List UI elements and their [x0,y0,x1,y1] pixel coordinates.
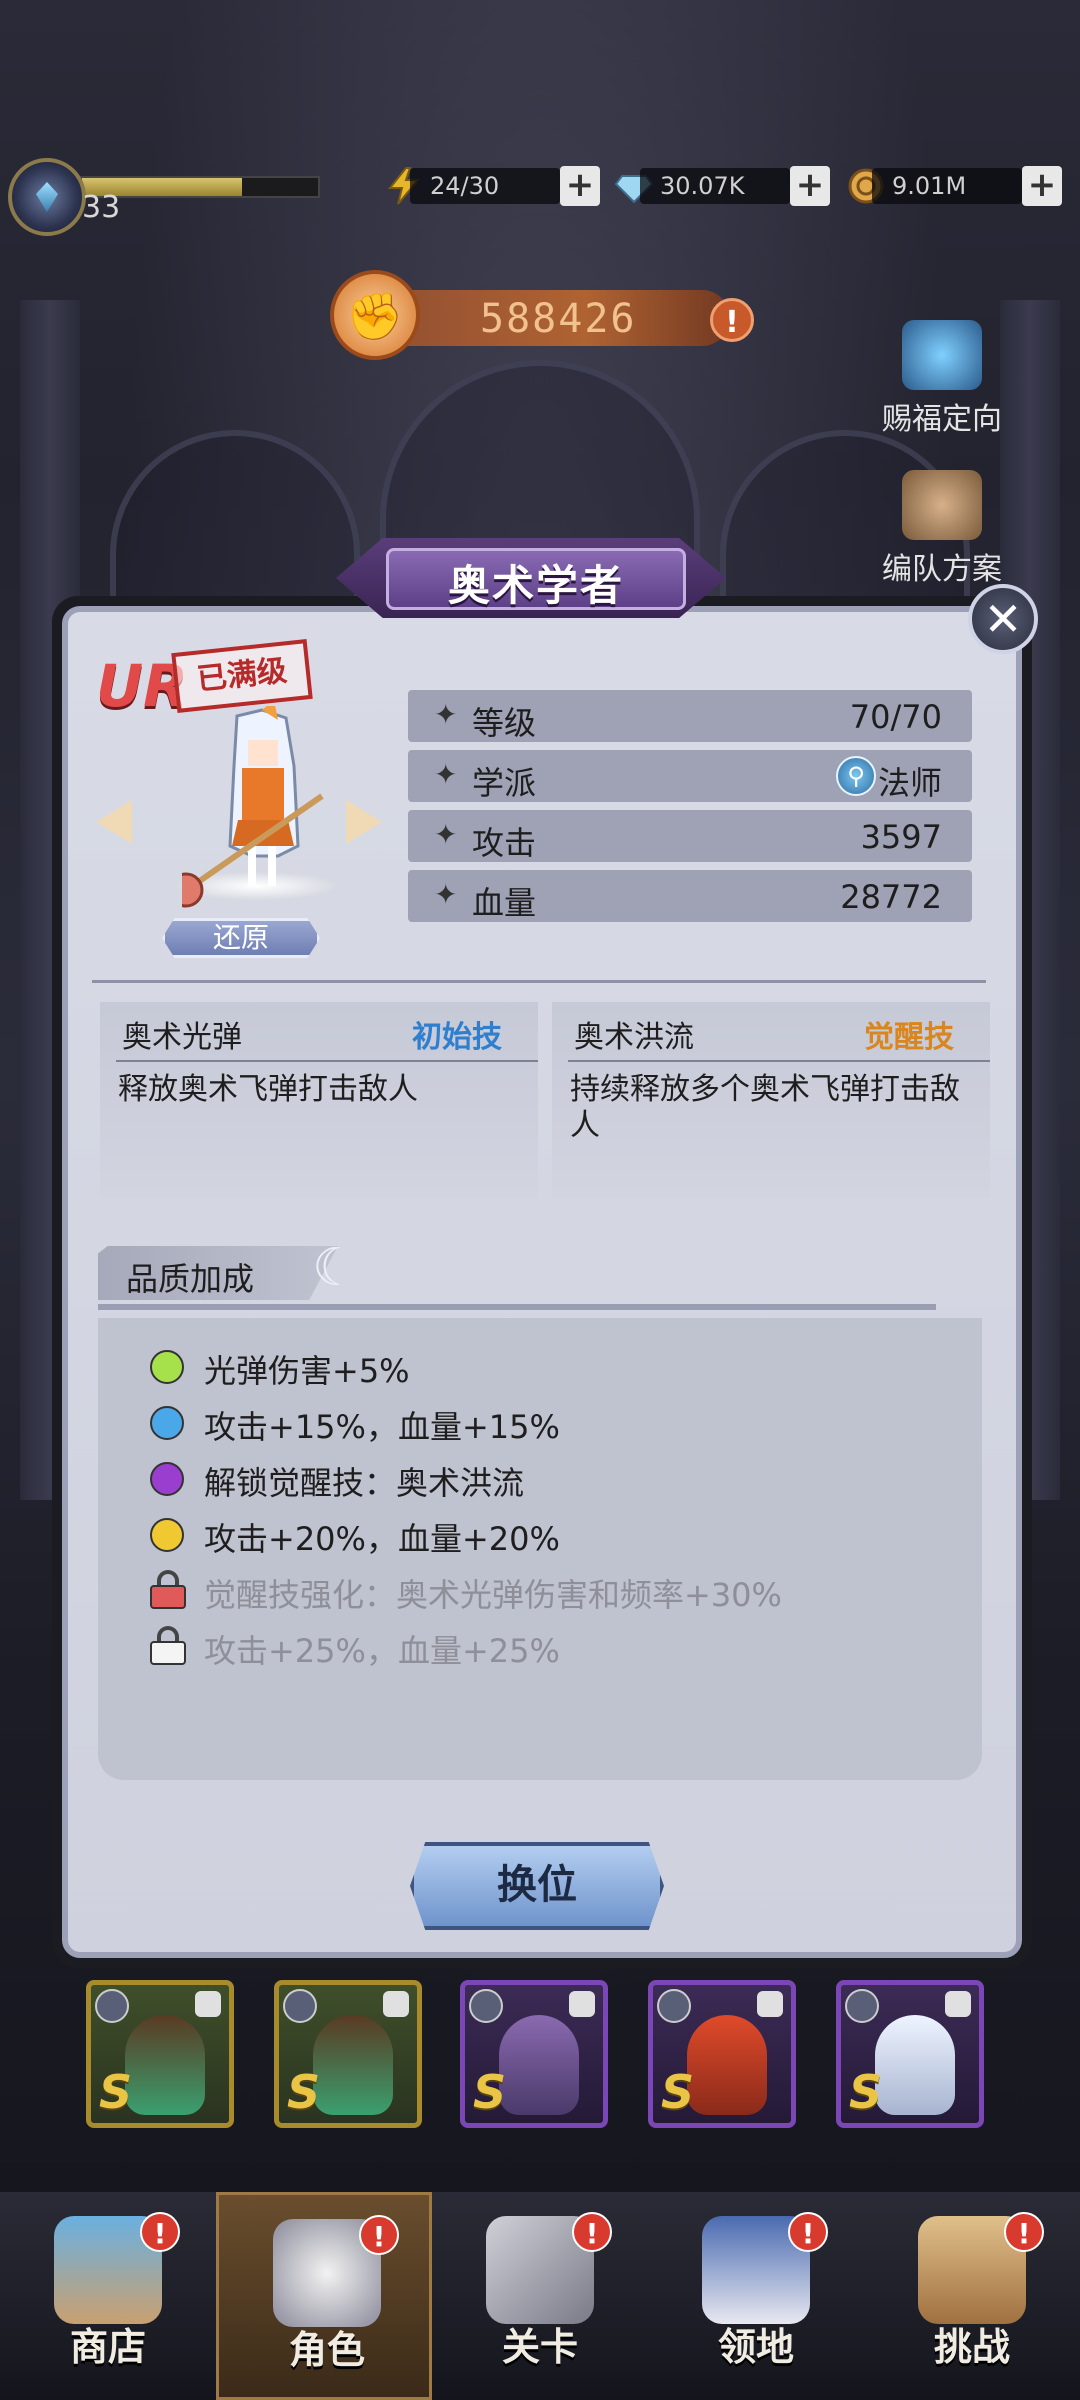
star-icon: ✦ [434,818,458,851]
blessing-button[interactable]: 赐福定向 [862,320,1022,438]
hero-avatar [687,2015,767,2115]
next-hero-arrow[interactable] [346,800,382,844]
moon-icon: ☾ [312,1238,359,1298]
red-lock-icon [150,1570,186,1609]
skill-tag: 初始技 [412,1020,502,1055]
class-icon [657,1989,691,2023]
section-divider [92,980,986,983]
skill-description: 释放奥术飞弹打击敌人 [118,1072,418,1107]
blue-quality-dot-icon [150,1406,184,1440]
lock-icon [757,1991,783,2017]
gem-icon [36,182,58,212]
hero-portrait-area: UR 已满级 还原 [96,639,396,960]
nav-territory[interactable]: ! 领地 [648,2192,864,2400]
quality-bonus-header: 品质加成 ☾ [98,1238,938,1310]
skill-card-awakened[interactable]: 奥术洪流 觉醒技 持续释放多个奥术飞弹打击敌人 [552,1002,990,1198]
skill-description: 持续释放多个奥术飞弹打击敌人 [570,1072,960,1143]
purple-quality-dot-icon [150,1462,184,1496]
nav-shop[interactable]: ! 商店 [0,2192,216,2400]
notification-badge: ! [1004,2212,1044,2252]
notification-badge: ! [140,2212,180,2252]
skill-name: 奥术洪流 [574,1020,694,1055]
lock-icon [383,1991,409,2017]
restore-button[interactable]: 还原 [162,918,320,958]
hero-card[interactable]: S [274,1980,422,2128]
altar-icon [902,320,982,390]
hero-avatar [499,2015,579,2115]
grade-badge: S [287,2065,321,2119]
lock-icon [945,1991,971,2017]
combat-power: ✊ 588426 ! [330,270,760,360]
formation-label: 编队方案 [882,552,1002,587]
close-button[interactable]: ✕ [968,584,1038,654]
class-icon [845,1989,879,2023]
grade-badge: S [99,2065,133,2119]
add-coins-button[interactable]: + [1022,166,1062,206]
dialog-title-plate: 奥术学者 [336,518,736,638]
max-level-stamp: 已满级 [171,639,313,713]
blessing-label: 赐福定向 [882,402,1002,437]
add-stamina-button[interactable]: + [560,166,600,206]
stat-hp: ✦ 血量 28772 [408,870,972,922]
notification-badge: ! [572,2212,612,2252]
green-quality-dot-icon [150,1350,184,1384]
stat-attack: ✦ 攻击 3597 [408,810,972,862]
skill-card-initial[interactable]: 奥术光弹 初始技 释放奥术飞弹打击敌人 [100,1002,538,1198]
bottom-nav: ! 商店 ! 角色 ! 关卡 ! 领地 ! 挑战 [0,2192,1080,2400]
swap-position-button[interactable]: 换位 [410,1842,664,1930]
hero-sprite [182,706,324,908]
gem-value: 30.07K [660,172,745,200]
power-info-button[interactable]: ! [710,298,754,342]
hero-avatar [313,2015,393,2115]
notification-badge: ! [788,2212,828,2252]
lock-icon [195,1991,221,2017]
hero-avatar [125,2015,205,2115]
hero-card[interactable]: S [86,1980,234,2128]
skill-tag: 觉醒技 [864,1020,954,1055]
combat-power-value: 588426 [480,296,637,342]
stat-school: ✦ 学派 ⚲ 法师 [408,750,972,802]
white-lock-icon [150,1626,186,1665]
nav-characters[interactable]: ! 角色 [216,2192,432,2400]
hero-card[interactable]: S [648,1980,796,2128]
top-bar: 33 24/30 + 30.07K + 9.01M + [0,150,1080,236]
notification-badge: ! [359,2215,399,2255]
formation-button[interactable]: 编队方案 [862,470,1022,588]
quality-bonus-list: 光弹伤害+5% 攻击+15%，血量+15% 解锁觉醒技：奥术洪流 攻击+20%，… [98,1318,982,1780]
star-icon: ✦ [434,758,458,791]
hero-card[interactable]: S [460,1980,608,2128]
grade-badge: S [849,2065,883,2119]
player-level-badge[interactable] [8,158,86,236]
add-gems-button[interactable]: + [790,166,830,206]
quality-title: 品质加成 [126,1260,255,1298]
class-icon [95,1989,129,2023]
nav-stages[interactable]: ! 关卡 [432,2192,648,2400]
mage-staff-icon: ⚲ [836,756,876,796]
class-icon [469,1989,503,2023]
hero-name: 奥术学者 [447,561,624,610]
hero-stats: ✦ 等级 70/70 ✦ 学派 ⚲ 法师 ✦ 攻击 3597 ✦ 血量 2877… [408,690,972,930]
grade-badge: S [661,2065,695,2119]
doll-icon [902,470,982,540]
nav-challenge[interactable]: ! 挑战 [864,2192,1080,2400]
star-icon: ✦ [434,698,458,731]
stamina-value: 24/30 [430,172,500,200]
hero-card[interactable]: S [836,1980,984,2128]
gold-quality-dot-icon [150,1518,184,1552]
fist-icon: ✊ [330,270,420,360]
star-icon: ✦ [434,878,458,911]
hero-roster: S S S S S [86,1980,1046,2140]
lock-icon [569,1991,595,2017]
hero-avatar [875,2015,955,2115]
coin-value: 9.01M [892,172,967,200]
skill-name: 奥术光弹 [122,1020,242,1055]
grade-badge: S [473,2065,507,2119]
player-level: 33 [82,190,121,225]
prev-hero-arrow[interactable] [96,800,132,844]
class-icon [283,1989,317,2023]
stat-level: ✦ 等级 70/70 [408,690,972,742]
